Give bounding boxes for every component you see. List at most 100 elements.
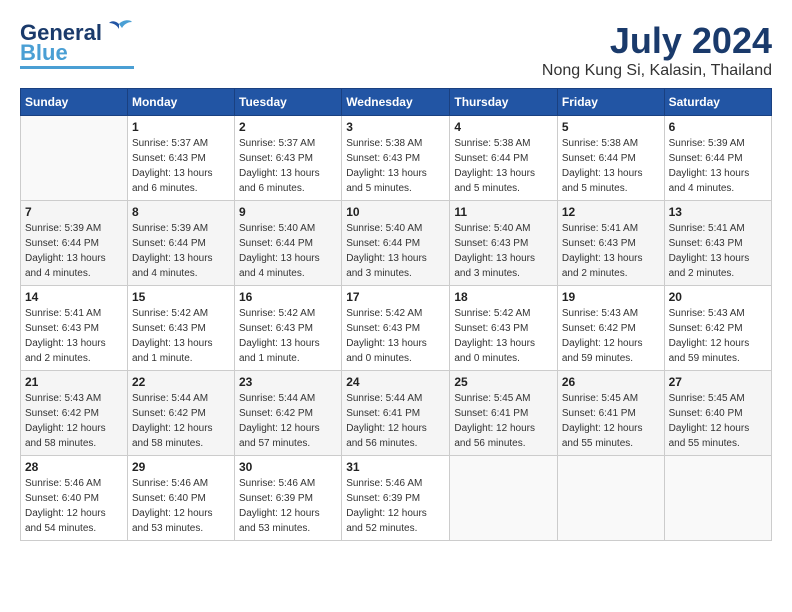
calendar-cell: 11Sunrise: 5:40 AM Sunset: 6:43 PM Dayli… <box>450 201 558 286</box>
calendar-cell <box>664 456 771 541</box>
day-number: 29 <box>132 460 230 474</box>
calendar-cell: 27 Sunrise: 5:45 AM Sunset: 6:40 PM Dayli… <box>664 371 771 456</box>
calendar-cell: 6 Sunrise: 5:39 AM Sunset: 6:44 PM Daylig… <box>664 116 771 201</box>
weekday-header-friday: Friday <box>557 89 664 116</box>
calendar-cell: 1 Sunrise: 5:37 AM Sunset: 6:43 PM Daylig… <box>127 116 234 201</box>
cell-info: Sunrise: 5:39 AM Sunset: 6:44 PM Dayligh… <box>25 221 123 281</box>
calendar-cell: 22 Sunrise: 5:44 AM Sunset: 6:42 PM Dayli… <box>127 371 234 456</box>
calendar-cell: 9 Sunrise: 5:40 AM Sunset: 6:44 PM Daylig… <box>235 201 342 286</box>
day-number: 18 <box>454 290 553 304</box>
cell-info: Sunrise: 5:39 AM Sunset: 6:44 PM Dayligh… <box>669 136 767 196</box>
calendar-cell: 31 Sunrise: 5:46 AM Sunset: 6:39 PM Dayli… <box>342 456 450 541</box>
cell-info: Sunrise: 5:41 AM Sunset: 6:43 PM Dayligh… <box>562 221 660 281</box>
day-number: 13 <box>669 205 767 219</box>
calendar-cell: 15Sunrise: 5:42 AM Sunset: 6:43 PM Dayli… <box>127 286 234 371</box>
calendar-cell: 3Sunrise: 5:38 AM Sunset: 6:43 PM Daylig… <box>342 116 450 201</box>
day-number: 8 <box>132 205 230 219</box>
calendar-cell: 17 Sunrise: 5:42 AM Sunset: 6:43 PM Dayli… <box>342 286 450 371</box>
cell-info: Sunrise: 5:38 AM Sunset: 6:44 PM Dayligh… <box>454 136 553 196</box>
cell-info: Sunrise: 5:39 AM Sunset: 6:44 PM Dayligh… <box>132 221 230 281</box>
day-number: 12 <box>562 205 660 219</box>
calendar-week-row: 1 Sunrise: 5:37 AM Sunset: 6:43 PM Daylig… <box>21 116 772 201</box>
calendar-cell: 25 Sunrise: 5:45 AM Sunset: 6:41 PM Dayli… <box>450 371 558 456</box>
cell-info: Sunrise: 5:46 AM Sunset: 6:39 PM Dayligh… <box>239 476 337 536</box>
cell-info: Sunrise: 5:42 AM Sunset: 6:43 PM Dayligh… <box>239 306 337 366</box>
day-number: 20 <box>669 290 767 304</box>
weekday-header-thursday: Thursday <box>450 89 558 116</box>
cell-info: Sunrise: 5:42 AM Sunset: 6:43 PM Dayligh… <box>454 306 553 366</box>
calendar-cell: 29Sunrise: 5:46 AM Sunset: 6:40 PM Dayli… <box>127 456 234 541</box>
weekday-header-monday: Monday <box>127 89 234 116</box>
day-number: 5 <box>562 120 660 134</box>
page-header: General Blue July 2024 Nong Kung Si, Kal… <box>20 20 772 80</box>
calendar-week-row: 7 Sunrise: 5:39 AM Sunset: 6:44 PM Daylig… <box>21 201 772 286</box>
cell-info: Sunrise: 5:40 AM Sunset: 6:44 PM Dayligh… <box>239 221 337 281</box>
calendar-cell: 7 Sunrise: 5:39 AM Sunset: 6:44 PM Daylig… <box>21 201 128 286</box>
calendar-week-row: 14 Sunrise: 5:41 AM Sunset: 6:43 PM Dayli… <box>21 286 772 371</box>
calendar-cell <box>557 456 664 541</box>
cell-info: Sunrise: 5:46 AM Sunset: 6:40 PM Dayligh… <box>25 476 123 536</box>
cell-info: Sunrise: 5:41 AM Sunset: 6:43 PM Dayligh… <box>669 221 767 281</box>
day-number: 23 <box>239 375 337 389</box>
weekday-header-tuesday: Tuesday <box>235 89 342 116</box>
cell-info: Sunrise: 5:38 AM Sunset: 6:44 PM Dayligh… <box>562 136 660 196</box>
calendar-cell: 28 Sunrise: 5:46 AM Sunset: 6:40 PM Dayli… <box>21 456 128 541</box>
day-number: 1 <box>132 120 230 134</box>
day-number: 14 <box>25 290 123 304</box>
day-number: 17 <box>346 290 445 304</box>
calendar-cell: 2Sunrise: 5:37 AM Sunset: 6:43 PM Daylig… <box>235 116 342 201</box>
day-number: 25 <box>454 375 553 389</box>
weekday-header-wednesday: Wednesday <box>342 89 450 116</box>
day-number: 16 <box>239 290 337 304</box>
cell-info: Sunrise: 5:44 AM Sunset: 6:41 PM Dayligh… <box>346 391 445 451</box>
calendar-cell <box>21 116 128 201</box>
location-subtitle: Nong Kung Si, Kalasin, Thailand <box>542 62 772 80</box>
logo-bird-icon <box>104 16 134 46</box>
day-number: 19 <box>562 290 660 304</box>
day-number: 15 <box>132 290 230 304</box>
weekday-header-sunday: Sunday <box>21 89 128 116</box>
day-number: 9 <box>239 205 337 219</box>
calendar-cell: 30 Sunrise: 5:46 AM Sunset: 6:39 PM Dayli… <box>235 456 342 541</box>
calendar-cell: 10Sunrise: 5:40 AM Sunset: 6:44 PM Dayli… <box>342 201 450 286</box>
day-number: 27 <box>669 375 767 389</box>
cell-info: Sunrise: 5:46 AM Sunset: 6:39 PM Dayligh… <box>346 476 445 536</box>
cell-info: Sunrise: 5:43 AM Sunset: 6:42 PM Dayligh… <box>562 306 660 366</box>
title-block: July 2024 Nong Kung Si, Kalasin, Thailan… <box>542 20 772 80</box>
day-number: 3 <box>346 120 445 134</box>
cell-info: Sunrise: 5:41 AM Sunset: 6:43 PM Dayligh… <box>25 306 123 366</box>
calendar-cell: 26Sunrise: 5:45 AM Sunset: 6:41 PM Dayli… <box>557 371 664 456</box>
cell-info: Sunrise: 5:45 AM Sunset: 6:40 PM Dayligh… <box>669 391 767 451</box>
calendar-cell: 8 Sunrise: 5:39 AM Sunset: 6:44 PM Daylig… <box>127 201 234 286</box>
calendar-cell: 16 Sunrise: 5:42 AM Sunset: 6:43 PM Dayli… <box>235 286 342 371</box>
day-number: 7 <box>25 205 123 219</box>
calendar-cell: 19 Sunrise: 5:43 AM Sunset: 6:42 PM Dayli… <box>557 286 664 371</box>
calendar-week-row: 21 Sunrise: 5:43 AM Sunset: 6:42 PM Dayli… <box>21 371 772 456</box>
day-number: 24 <box>346 375 445 389</box>
cell-info: Sunrise: 5:37 AM Sunset: 6:43 PM Dayligh… <box>132 136 230 196</box>
cell-info: Sunrise: 5:45 AM Sunset: 6:41 PM Dayligh… <box>454 391 553 451</box>
cell-info: Sunrise: 5:42 AM Sunset: 6:43 PM Dayligh… <box>346 306 445 366</box>
day-number: 28 <box>25 460 123 474</box>
month-year-title: July 2024 <box>542 20 772 62</box>
cell-info: Sunrise: 5:43 AM Sunset: 6:42 PM Dayligh… <box>25 391 123 451</box>
calendar-week-row: 28 Sunrise: 5:46 AM Sunset: 6:40 PM Dayli… <box>21 456 772 541</box>
calendar-cell: 4Sunrise: 5:38 AM Sunset: 6:44 PM Daylig… <box>450 116 558 201</box>
day-number: 30 <box>239 460 337 474</box>
calendar-cell: 5 Sunrise: 5:38 AM Sunset: 6:44 PM Daylig… <box>557 116 664 201</box>
calendar-cell: 23Sunrise: 5:44 AM Sunset: 6:42 PM Dayli… <box>235 371 342 456</box>
calendar-cell: 21 Sunrise: 5:43 AM Sunset: 6:42 PM Dayli… <box>21 371 128 456</box>
day-number: 2 <box>239 120 337 134</box>
logo-blue-text: Blue <box>20 42 68 64</box>
day-number: 21 <box>25 375 123 389</box>
calendar-cell: 12 Sunrise: 5:41 AM Sunset: 6:43 PM Dayli… <box>557 201 664 286</box>
cell-info: Sunrise: 5:43 AM Sunset: 6:42 PM Dayligh… <box>669 306 767 366</box>
day-number: 6 <box>669 120 767 134</box>
calendar-cell <box>450 456 558 541</box>
day-number: 31 <box>346 460 445 474</box>
cell-info: Sunrise: 5:40 AM Sunset: 6:44 PM Dayligh… <box>346 221 445 281</box>
calendar-table: SundayMondayTuesdayWednesdayThursdayFrid… <box>20 88 772 541</box>
cell-info: Sunrise: 5:44 AM Sunset: 6:42 PM Dayligh… <box>132 391 230 451</box>
day-number: 22 <box>132 375 230 389</box>
logo: General Blue <box>20 20 134 69</box>
